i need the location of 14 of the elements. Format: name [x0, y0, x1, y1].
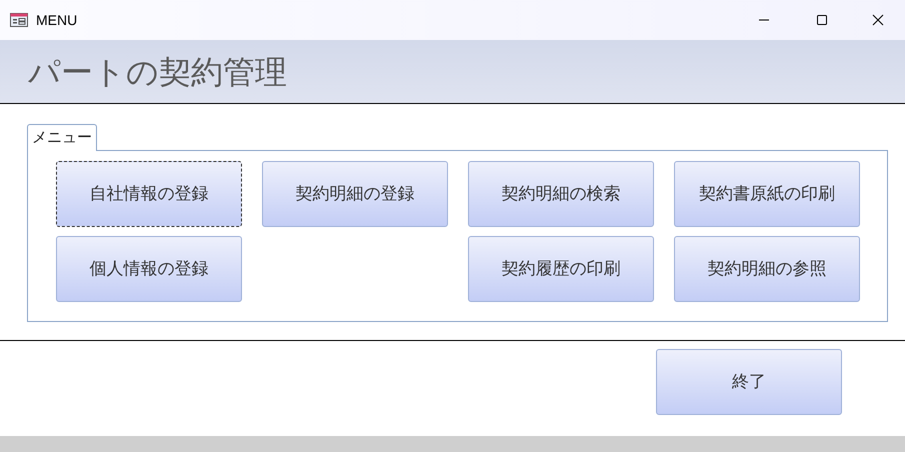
- form-title: パートの契約管理: [28, 52, 287, 92]
- menu-button[interactable]: 個人情報の登録: [56, 236, 242, 302]
- exit-button[interactable]: 終了: [656, 349, 842, 415]
- tab[interactable]: メニュー: [27, 124, 97, 151]
- menu-button[interactable]: 契約履歴の印刷: [468, 236, 654, 302]
- menu-button[interactable]: 契約明細の検索: [468, 161, 654, 227]
- form-icon: [10, 13, 28, 27]
- window-title: MENU: [36, 10, 78, 30]
- menu-button[interactable]: 契約明細の登録: [262, 161, 448, 227]
- maximize-icon: [816, 14, 828, 26]
- menu-button[interactable]: 自社情報の登録: [56, 161, 242, 227]
- close-icon: [872, 14, 884, 26]
- menu-button[interactable]: 契約明細の参照: [674, 236, 860, 302]
- menu-button[interactable]: 契約書原紙の印刷: [674, 161, 860, 227]
